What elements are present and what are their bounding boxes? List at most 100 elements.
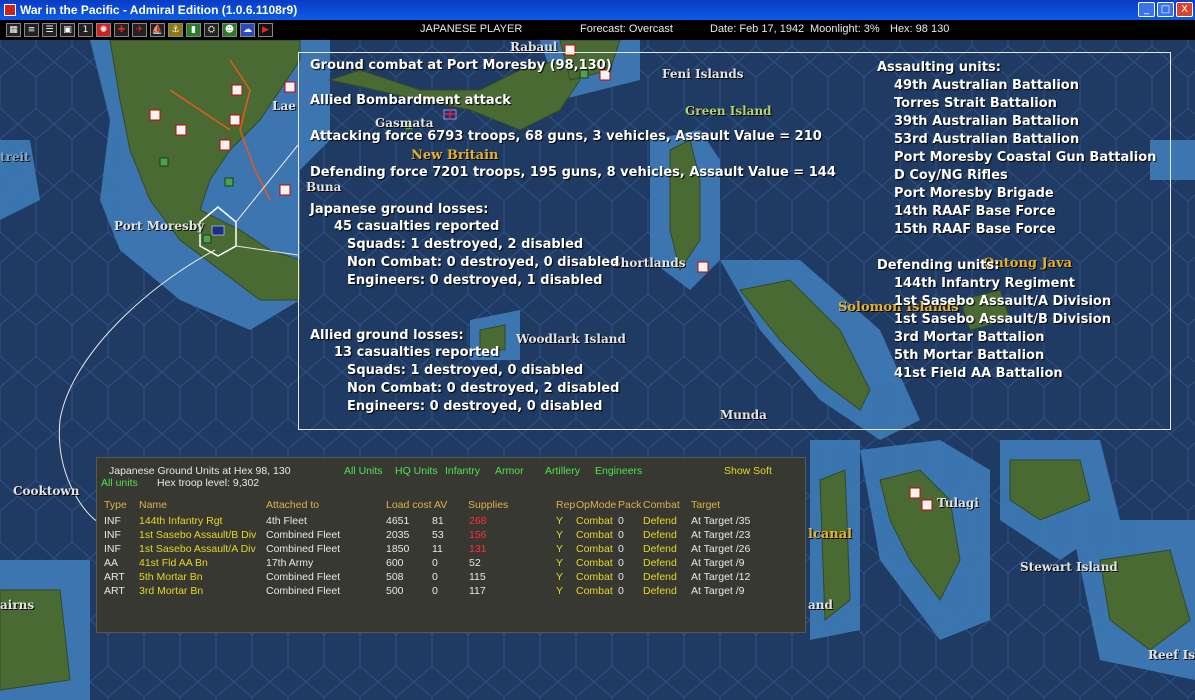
assaulting-header: Assaulting units: (877, 60, 1001, 75)
cell-target: At Target /23 (691, 529, 751, 541)
cell-attached: 17th Army (266, 557, 314, 569)
cell-opmode[interactable]: Combat (576, 571, 613, 583)
maximize-button[interactable]: □ (1157, 2, 1174, 17)
unit-icon[interactable]: ▣ (60, 23, 75, 37)
close-button[interactable]: X (1176, 2, 1193, 17)
label-stewart-island: Stewart Island (1020, 560, 1118, 574)
flag-icon[interactable]: ✺ (96, 23, 111, 37)
filter-all-units[interactable]: All Units (344, 465, 383, 477)
cell-av: 81 (432, 515, 444, 527)
document-icon[interactable]: ≡ (24, 23, 39, 37)
cell-rep: Y (556, 585, 564, 597)
cell-name[interactable]: 1st Sasebo Assault/B Div (139, 529, 256, 541)
header-opmode[interactable]: OpMode (576, 499, 616, 511)
date-label: Date: Feb 17, 1942 (710, 23, 805, 35)
cell-rep: Y (556, 557, 564, 569)
cell-pack: 0 (618, 585, 624, 597)
window-title: War in the Pacific - Admiral Edition (1.… (20, 3, 298, 17)
label-cooktown: Cooktown (13, 484, 80, 498)
filter-engineers[interactable]: Engineers (595, 465, 642, 477)
filter-artillery[interactable]: Artillery (545, 465, 580, 477)
header-type[interactable]: Type (104, 499, 127, 511)
base-icon[interactable]: ⚓ (168, 23, 183, 37)
toolbar-icons: ▦ ≡ ☰ ▣ 1 ✺ ✚ ✈ ⛵ ⚓ ▮ ⛭ ☻ ☁ ▶ (6, 23, 273, 37)
cell-combat[interactable]: Defend (643, 515, 677, 527)
hex-troop-level: Hex troop level: 9,302 (157, 477, 260, 489)
chart-icon[interactable]: ▮ (186, 23, 201, 37)
attacking-force: Attacking force 6793 troops, 68 guns, 3 … (310, 129, 822, 144)
cell-rep: Y (556, 571, 564, 583)
cell-name[interactable]: 144th Infantry Rgt (139, 515, 222, 527)
allied-squads: Squads: 1 destroyed, 0 disabled (347, 363, 584, 378)
cell-type: ART (104, 571, 125, 583)
cell-supplies: 156 (469, 529, 487, 541)
label-island-fragment: and (808, 598, 833, 612)
cell-attached: 4th Fleet (266, 515, 307, 527)
defending-unit: 41st Field AA Battalion (894, 366, 1063, 381)
end-turn-icon[interactable]: ▶ (258, 23, 273, 37)
header-name[interactable]: Name (139, 499, 167, 511)
cell-combat[interactable]: Defend (643, 543, 677, 555)
ship-icon[interactable]: ⛵ (150, 23, 165, 37)
cell-opmode[interactable]: Combat (576, 585, 613, 597)
plane-icon[interactable]: ✈ (132, 23, 147, 37)
cell-type: AA (104, 557, 119, 569)
header-rep[interactable]: Rep (556, 499, 575, 511)
list-icon[interactable]: ☰ (42, 23, 57, 37)
info-icon[interactable]: 1 (78, 23, 93, 37)
header-load-cost[interactable]: Load cost (386, 499, 432, 511)
allied-casualties: 13 casualties reported (334, 345, 500, 360)
assaulting-unit: 14th RAAF Base Force (894, 204, 1056, 219)
cloud-icon[interactable]: ☁ (240, 23, 255, 37)
cell-opmode[interactable]: Combat (576, 529, 613, 541)
show-soft-toggle[interactable]: Show Soft (724, 465, 772, 477)
cell-combat[interactable]: Defend (643, 585, 677, 597)
cell-supplies: 115 (469, 571, 486, 583)
cell-pack: 0 (618, 571, 624, 583)
group-icon[interactable]: ⛭ (204, 23, 219, 37)
header-supplies[interactable]: Supplies (468, 499, 508, 511)
cell-av: 11 (432, 543, 443, 555)
defending-unit: 144th Infantry Regiment (894, 276, 1075, 291)
cell-pack: 0 (618, 515, 624, 527)
report-icon[interactable]: ▦ (6, 23, 21, 37)
cell-opmode[interactable]: Combat (576, 543, 613, 555)
cell-opmode[interactable]: Combat (576, 557, 613, 569)
cell-name[interactable]: 3rd Mortar Bn (139, 585, 203, 597)
filter-armor[interactable]: Armor (495, 465, 524, 477)
defending-unit: 5th Mortar Battalion (894, 348, 1045, 363)
cell-opmode[interactable]: Combat (576, 515, 613, 527)
header-attached[interactable]: Attached to (266, 499, 319, 511)
cell-load: 1850 (386, 543, 410, 555)
all-units-link[interactable]: All units (101, 477, 138, 489)
cell-av: 0 (432, 571, 438, 583)
cell-combat[interactable]: Defend (643, 529, 677, 541)
filter-hq-units[interactable]: HQ Units (395, 465, 438, 477)
cell-name[interactable]: 1st Sasebo Assault/A Div (139, 543, 256, 555)
minimize-button[interactable]: _ (1138, 2, 1155, 17)
header-pack[interactable]: Pack (618, 499, 641, 511)
cell-type: INF (104, 529, 121, 541)
label-cairns: airns (0, 598, 35, 612)
assaulting-unit: 39th Australian Battalion (894, 114, 1079, 129)
combat-report: Ground combat at Port Moresby (98,130) A… (298, 52, 1171, 430)
header-combat[interactable]: Combat (643, 499, 680, 511)
forecast-label: Forecast: Overcast (580, 23, 673, 35)
jp-noncombat: Non Combat: 0 destroyed, 0 disabled (347, 255, 620, 270)
cell-combat[interactable]: Defend (643, 571, 677, 583)
cross-icon[interactable]: ✚ (114, 23, 129, 37)
defending-force: Defending force 7201 troops, 195 guns, 8… (310, 165, 836, 180)
cell-name[interactable]: 5th Mortar Bn (139, 571, 203, 583)
header-av[interactable]: AV (434, 499, 447, 511)
cell-combat[interactable]: Defend (643, 557, 677, 569)
cell-name[interactable]: 41st Fld AA Bn (139, 557, 208, 569)
cell-attached: Combined Fleet (266, 529, 341, 541)
cell-rep: Y (556, 529, 564, 541)
cell-supplies: 268 (469, 515, 487, 527)
cell-target: At Target /9 (691, 585, 745, 597)
cell-load: 4651 (386, 515, 410, 527)
header-target[interactable]: Target (691, 499, 720, 511)
cell-pack: 0 (618, 529, 624, 541)
pilot-icon[interactable]: ☻ (222, 23, 237, 37)
filter-infantry[interactable]: Infantry (445, 465, 480, 477)
